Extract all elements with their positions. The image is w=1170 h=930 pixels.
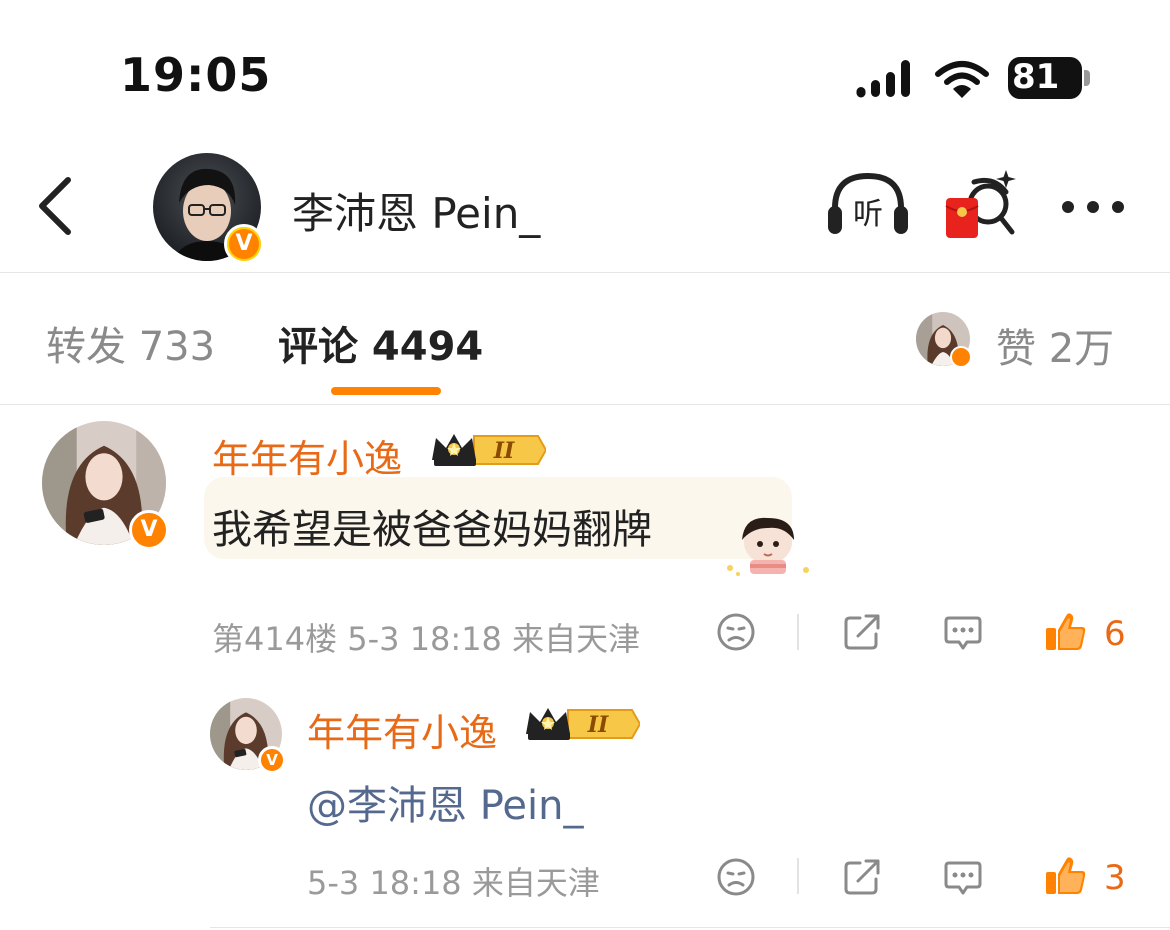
wifi-icon — [935, 61, 989, 98]
battery-tip — [1084, 70, 1090, 86]
thumbs-up-icon[interactable] — [1044, 610, 1088, 654]
chevron-left-icon[interactable] — [32, 174, 76, 238]
battery-level: 81 — [1012, 57, 1060, 97]
likes-verified-badge-icon — [950, 346, 972, 368]
status-time: 19:05 — [120, 48, 272, 102]
reply-mention-text[interactable]: @李沛恩 Pein_ — [307, 773, 583, 831]
more-dots-icon[interactable] — [1058, 196, 1128, 218]
reply-meta: 5-3 18:18 来自天津 — [307, 864, 600, 902]
like-count: 3 — [1104, 858, 1126, 898]
crown-fan-level-badge-icon: II — [526, 708, 640, 740]
comment-icon[interactable] — [943, 857, 983, 897]
battery-charging-icon: 81 — [1008, 57, 1090, 99]
thumbs-up-icon[interactable] — [1044, 854, 1088, 898]
listen-label: 听 — [853, 197, 883, 232]
active-tab-indicator — [331, 387, 441, 395]
emoji-reaction-icon[interactable] — [716, 857, 756, 897]
tabs-divider — [0, 404, 1170, 405]
comment-text: 我希望是被爸爸妈妈翻牌 — [212, 507, 652, 553]
tab-repost[interactable]: 转发 733 — [46, 314, 215, 372]
headphones-listen-icon[interactable]: 听 — [825, 170, 911, 240]
red-packet-search-icon[interactable] — [944, 168, 1020, 242]
share-icon[interactable] — [842, 857, 882, 897]
verified-badge-icon: V — [224, 224, 264, 264]
crown-badge-level: II — [587, 712, 609, 738]
reply-username[interactable]: 年年有小逸 — [307, 702, 497, 757]
tab-comment[interactable]: 评论 4494 — [278, 314, 483, 372]
tab-likes[interactable]: 赞 2万 — [996, 316, 1114, 374]
action-separator — [797, 614, 799, 650]
comment-meta: 第414楼 5-3 18:18 来自天津 — [212, 620, 641, 658]
verified-badge-icon: V — [129, 510, 169, 550]
header-username[interactable]: 李沛恩 Pein_ — [292, 180, 540, 241]
header-divider — [0, 272, 1170, 273]
cellular-signal-icon — [856, 60, 910, 98]
verified-badge-icon: V — [258, 746, 286, 774]
comment-icon[interactable] — [943, 612, 983, 652]
action-separator — [797, 858, 799, 894]
comment-username[interactable]: 年年有小逸 — [212, 428, 402, 483]
reply-divider — [210, 927, 1170, 928]
chibi-boy-sticker-icon — [727, 517, 809, 576]
crown-fan-level-badge-icon: II — [432, 434, 546, 466]
like-count: 6 — [1104, 614, 1126, 654]
crown-badge-level: II — [493, 438, 515, 464]
emoji-reaction-icon[interactable] — [716, 612, 756, 652]
share-icon[interactable] — [842, 612, 882, 652]
